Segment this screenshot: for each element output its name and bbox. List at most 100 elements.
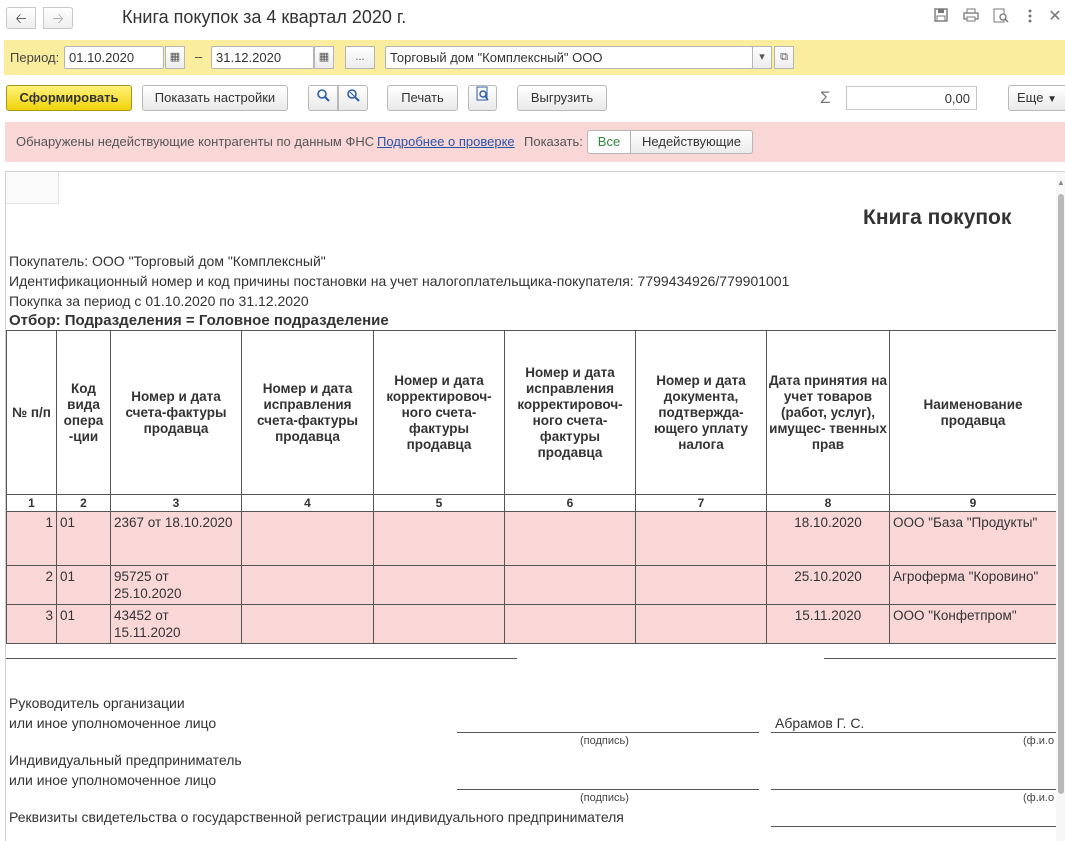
show-label: Показать: [524,134,583,149]
search-reset-icon [346,89,360,105]
back-button[interactable]: 🡠 [6,7,36,29]
col-header-9: Наименование продавца [889,330,1057,495]
organization-field[interactable]: Торговый дом "Комплексный" ООО [385,46,753,69]
table-row[interactable]: 2 01 95725 от 25.10.2020 25.10.2020 Агро… [6,565,1057,605]
report-corner [6,172,59,204]
report-area[interactable]: Книга покупок Покупатель: ООО "Торговый … [5,171,1065,841]
forward-button[interactable]: 🡢 [43,7,73,29]
period-select-button[interactable]: ... [345,46,375,69]
footer-rule-right [824,658,1056,659]
more-label: Еще [1017,90,1044,105]
search-clear-button[interactable] [338,85,368,111]
col-number: 3 [110,494,242,512]
registration-label: Реквизиты свидетельства о государственно… [9,809,624,825]
empty-cell [241,604,374,644]
row-number: 1 [6,511,57,566]
period-panel: Период: 01.10.2020 ▦ – 31.12.2020 ▦ ... … [4,40,1065,75]
col-header-1: № п/п [6,330,57,495]
search-icon [316,89,330,105]
operation-code: 01 [56,511,111,566]
period-to-field[interactable]: 31.12.2020 [211,46,314,69]
close-icon[interactable]: ✕ [1046,8,1064,26]
col-header-7: Номер и дата документа, подтвержда- ющег… [635,330,767,495]
col-number: 2 [56,494,111,512]
empty-cell [241,565,374,605]
head-label-line2: или иное уполномоченное лицо [9,715,217,731]
empty-cell [635,565,767,605]
footer-rule-left [6,658,517,659]
operation-code: 01 [56,565,111,605]
search-button[interactable] [308,85,338,111]
invoice-number-date: 43452 от 15.11.2020 [110,604,242,644]
head-signature-hint: (подпись) [580,735,629,747]
empty-cell [373,604,505,644]
empty-cell [504,565,636,605]
col-header-5: Номер и дата корректировоч- ного счета-ф… [373,330,505,495]
col-number: 9 [889,494,1057,512]
more-button[interactable]: Еще ▼ [1008,85,1065,111]
head-fio-line [771,732,1056,733]
chevron-down-icon: ▾ [759,51,765,63]
scrollbar-thumb[interactable] [1058,194,1064,794]
col-number: 4 [241,494,374,512]
seller-name: ООО "База "Продукты" [889,511,1057,566]
empty-cell [635,604,767,644]
sum-icon: Σ [820,88,831,107]
export-button[interactable]: Выгрузить [517,85,607,111]
empty-cell [504,604,636,644]
print-preview-icon [476,86,490,105]
sum-field[interactable]: 0,00 [846,86,977,110]
col-header-4: Номер и дата исправления счета-фактуры п… [241,330,374,495]
organization-open-button[interactable]: ⧉ [774,46,794,69]
ip-label-line1: Индивидуальный предприниматель [9,752,242,768]
filter-inactive-button[interactable]: Недействующие [630,130,753,154]
vertical-scrollbar[interactable]: ▲ [1056,172,1065,841]
calendar-from-button[interactable]: ▦ [165,46,185,69]
period-from-field[interactable]: 01.10.2020 [64,46,164,69]
period-label: Период: [10,50,60,65]
title-bar: 🡠 🡢 Книга покупок за 4 квартал 2020 г. ✕ [0,0,1065,38]
table-row[interactable]: 3 01 43452 от 15.11.2020 15.11.2020 ООО … [6,604,1057,644]
kebab-icon[interactable] [1021,8,1039,26]
table-row[interactable]: 1 01 2367 от 18.10.2020 18.10.2020 ООО "… [6,511,1057,566]
accepted-date: 18.10.2020 [766,511,890,566]
floppy-icon[interactable] [932,8,950,26]
filter-all-button[interactable]: Все [587,130,631,154]
print-button[interactable]: Печать [387,85,458,111]
warning-bar: Обнаружены недействующие контрагенты по … [5,122,1065,162]
printer-icon[interactable] [962,8,980,26]
organization-dropdown-button[interactable]: ▾ [752,46,772,69]
check-details-link[interactable]: Подробнее о проверке [377,134,515,149]
row-number: 3 [6,604,57,644]
report-title: Книга покупок [863,206,1012,229]
col-header-8: Дата принятия на учет товаров (работ, ус… [766,330,890,495]
empty-cell [241,511,374,566]
preview-button[interactable] [468,85,497,111]
col-header-6: Номер и дата исправления корректировоч- … [504,330,636,495]
col-number: 6 [504,494,636,512]
generate-button[interactable]: Сформировать [6,85,132,111]
period-line: Покупка за период с 01.10.2020 по 31.12.… [9,293,309,309]
magnifier-icon[interactable] [992,8,1010,26]
col-header-2: Код вида опера -ции [56,330,111,495]
show-settings-button[interactable]: Показать настройки [142,85,288,111]
seller-name: ООО "Конфетпром" [889,604,1057,644]
empty-cell [373,565,505,605]
period-dash: – [195,49,203,64]
chevron-down-icon: ▼ [1047,94,1057,105]
column-number-row: 1 2 3 4 5 6 7 8 9 [6,494,1057,512]
calendar-icon: ▦ [169,51,181,63]
arrow-right-icon: 🡢 [52,10,64,26]
window-title: Книга покупок за 4 квартал 2020 г. [122,7,407,27]
calendar-icon: ▦ [318,51,330,63]
head-signature-line [457,732,759,733]
calendar-to-button[interactable]: ▦ [314,46,334,69]
scroll-up-icon[interactable]: ▲ [1057,178,1065,187]
head-fio-hint: (ф.и.о [1023,735,1055,747]
head-label-line1: Руководитель организации [9,695,185,711]
buyer-line: Покупатель: ООО "Торговый дом "Комплексн… [9,253,326,269]
col-number: 1 [6,494,57,512]
ip-signature-line [457,789,759,790]
col-number: 8 [766,494,890,512]
accepted-date: 15.11.2020 [766,604,890,644]
